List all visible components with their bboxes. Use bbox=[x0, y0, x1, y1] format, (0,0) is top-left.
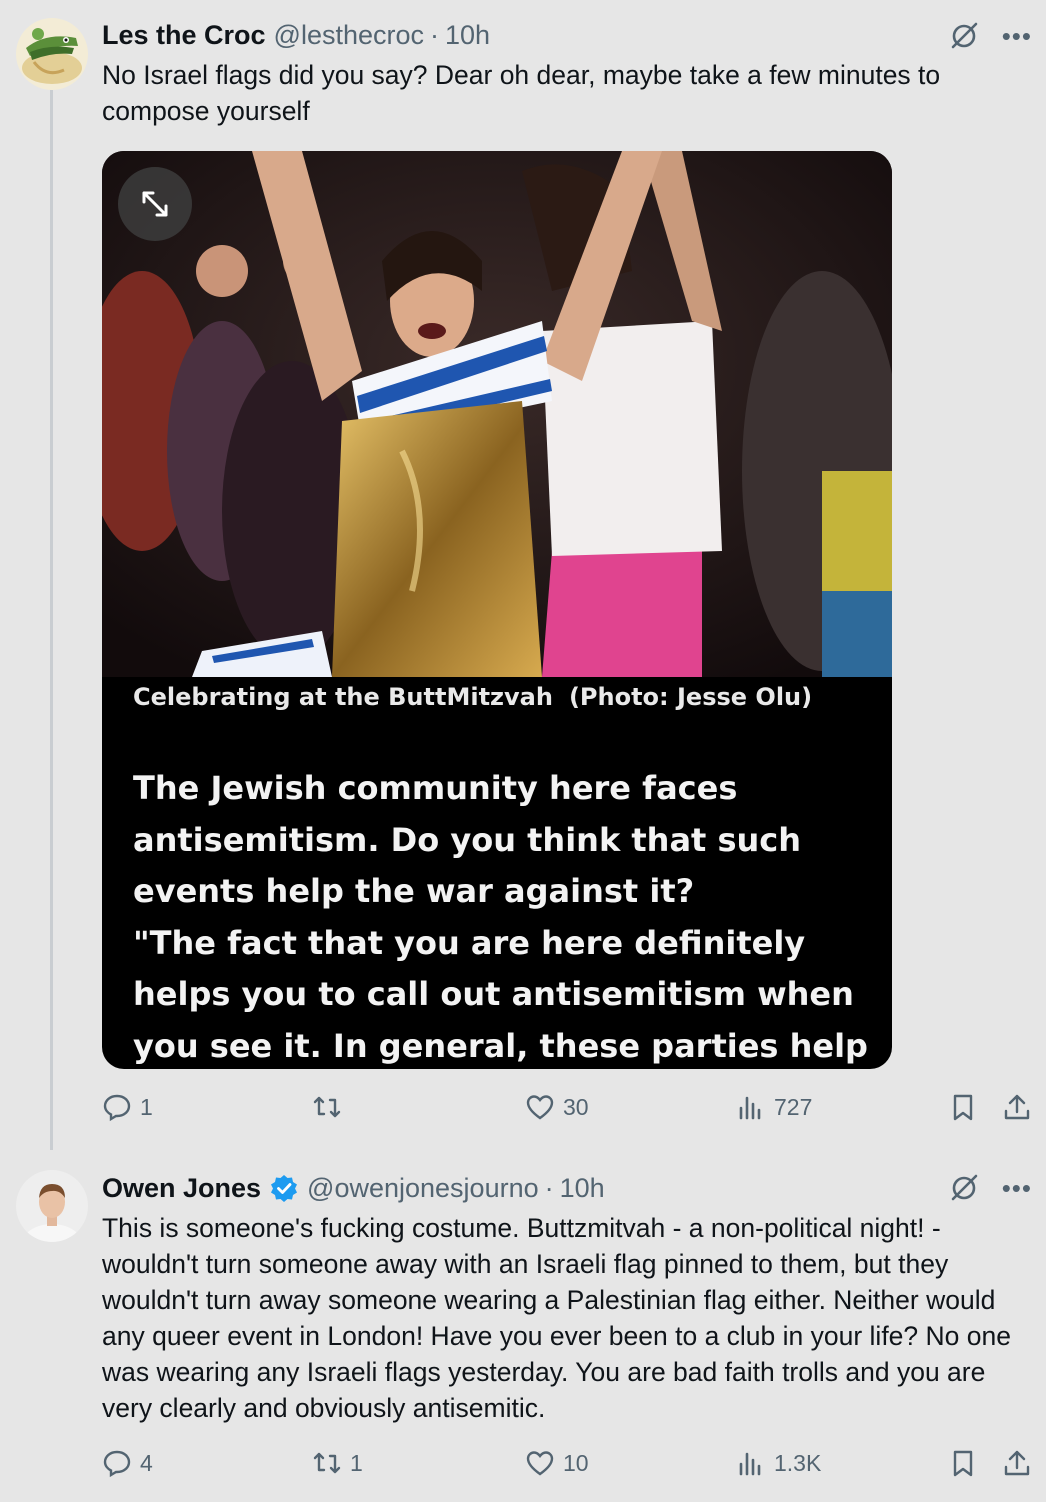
timestamp[interactable]: 10h bbox=[445, 20, 490, 51]
article-excerpt: The Jewish community here faces antisemi… bbox=[133, 763, 873, 1069]
author-name[interactable]: Les the Croc bbox=[102, 20, 266, 51]
article-line: The Jewish community here faces bbox=[133, 769, 738, 807]
views-icon bbox=[739, 1452, 761, 1476]
view-count: 727 bbox=[774, 1093, 813, 1120]
like-icon bbox=[526, 1451, 554, 1476]
grok-icon[interactable] bbox=[948, 1172, 980, 1204]
tweet-text: No Israel flags did you say? Dear oh dea… bbox=[102, 60, 941, 126]
expand-icon bbox=[142, 191, 168, 217]
action-bar: 1 30 727 bbox=[102, 1092, 1032, 1132]
view-count: 1.3K bbox=[774, 1449, 822, 1476]
article-line: you see it. In general, these parties he… bbox=[133, 1026, 868, 1065]
timestamp[interactable]: 10h bbox=[560, 1173, 605, 1204]
share-button[interactable] bbox=[1002, 1092, 1032, 1122]
separator-dot: · bbox=[430, 19, 440, 50]
tweet-top-icons: ••• bbox=[948, 20, 1032, 52]
thread-line bbox=[50, 90, 53, 1150]
retweet-button[interactable]: 1 bbox=[312, 1448, 363, 1478]
author-name[interactable]: Owen Jones bbox=[102, 1173, 261, 1204]
tweet-media[interactable]: Celebrating at the ButtMitzvah (Photo: Je… bbox=[102, 151, 892, 1069]
like-button[interactable]: 30 bbox=[525, 1092, 589, 1122]
action-bar: 4 1 10 1.3K bbox=[102, 1448, 1032, 1488]
grok-icon[interactable] bbox=[948, 20, 980, 52]
retweet-count: 1 bbox=[350, 1449, 363, 1476]
avatar-owen-jones[interactable] bbox=[16, 1170, 88, 1242]
expand-button[interactable] bbox=[118, 167, 192, 241]
reply-button[interactable]: 1 bbox=[102, 1092, 153, 1122]
reply-button[interactable]: 4 bbox=[102, 1448, 153, 1478]
retweet-icon bbox=[313, 1096, 341, 1118]
verified-badge-icon[interactable] bbox=[269, 1173, 299, 1203]
retweet-button[interactable] bbox=[312, 1092, 350, 1122]
reply-count: 4 bbox=[140, 1449, 153, 1476]
share-icon bbox=[1004, 1450, 1030, 1476]
reply-icon bbox=[103, 1450, 131, 1478]
share-button[interactable] bbox=[1002, 1448, 1032, 1478]
bookmark-icon bbox=[953, 1450, 973, 1477]
caption-text: Celebrating at the ButtMitzvah bbox=[133, 683, 553, 711]
reply-count: 1 bbox=[140, 1093, 153, 1120]
owen-jones-avatar-image bbox=[16, 1170, 88, 1242]
bookmark-icon bbox=[953, 1094, 973, 1121]
article-line: events help the war against it? bbox=[133, 872, 695, 910]
reply-icon bbox=[103, 1094, 131, 1122]
article-line: helps you to call out antisemitism when bbox=[133, 975, 854, 1013]
tweet-text: This is someone's fucking costume. Buttz… bbox=[102, 1213, 1011, 1423]
party-photo bbox=[102, 151, 892, 677]
bookmark-button[interactable] bbox=[948, 1092, 978, 1122]
more-icon[interactable]: ••• bbox=[1002, 23, 1032, 49]
views-button[interactable]: 727 bbox=[736, 1092, 812, 1122]
tweet-2: Owen Jones @owenjonesjourno · 10h ••• Th… bbox=[0, 1150, 1046, 1502]
separator-dot: · bbox=[544, 1172, 554, 1203]
avatar-les-the-croc[interactable] bbox=[16, 18, 88, 90]
views-icon bbox=[739, 1096, 761, 1120]
author-handle[interactable]: @lesthecroc bbox=[274, 20, 424, 51]
caption-credit: (Photo: Jesse Olu) bbox=[568, 683, 813, 711]
tweet-header: Owen Jones @owenjonesjourno · 10h bbox=[102, 1170, 605, 1206]
bookmark-button[interactable] bbox=[948, 1448, 978, 1478]
like-icon bbox=[526, 1095, 554, 1120]
more-icon[interactable]: ••• bbox=[1002, 1175, 1032, 1201]
like-count: 10 bbox=[563, 1449, 589, 1476]
tweet-1: Les the Croc @lesthecroc · 10h ••• No Is… bbox=[0, 0, 1046, 1150]
tweet-top-icons: ••• bbox=[948, 1172, 1032, 1204]
like-button[interactable]: 10 bbox=[525, 1448, 589, 1478]
article-line: "The fact that you are here definitely bbox=[133, 923, 806, 962]
author-handle[interactable]: @owenjonesjourno bbox=[307, 1173, 539, 1204]
views-button[interactable]: 1.3K bbox=[736, 1448, 821, 1478]
share-icon bbox=[1004, 1094, 1030, 1120]
photo-caption: Celebrating at the ButtMitzvah (Photo: Je… bbox=[133, 683, 812, 711]
tweet-header: Les the Croc @lesthecroc · 10h bbox=[102, 17, 490, 53]
retweet-icon bbox=[313, 1452, 341, 1474]
article-line: antisemitism. Do you think that such bbox=[133, 820, 802, 859]
croc-avatar-image bbox=[16, 18, 88, 90]
like-count: 30 bbox=[563, 1093, 589, 1120]
